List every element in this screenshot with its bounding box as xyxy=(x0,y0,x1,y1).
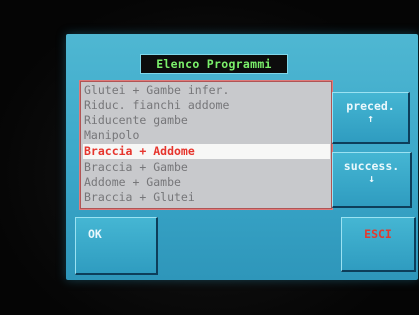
exit-button-label: ESCI xyxy=(364,227,392,241)
previous-button-label: preced. xyxy=(346,99,395,113)
list-item[interactable]: Riduc. fianchi addome xyxy=(83,98,330,113)
ok-button-label: OK xyxy=(88,227,102,241)
list-item-selected[interactable]: Braccia + Addome xyxy=(83,144,330,159)
list-item[interactable]: Riducente gambe xyxy=(83,113,330,128)
list-item[interactable]: Braccia + Gambe xyxy=(83,160,330,175)
list-item[interactable]: Braccia + Glutei xyxy=(83,190,330,205)
next-button[interactable]: success. ↓ xyxy=(332,152,412,208)
list-item[interactable]: Manipolo xyxy=(83,128,330,143)
arrow-down-icon: ↓ xyxy=(368,172,375,185)
list-item[interactable]: Addome + Gambe xyxy=(83,175,330,190)
lcd-screen: Elenco Programmi Glutei + Gambe infer. R… xyxy=(66,34,418,280)
page-title: Elenco Programmi xyxy=(156,57,272,71)
program-list[interactable]: Glutei + Gambe infer. Riduc. fianchi add… xyxy=(79,80,333,210)
previous-button[interactable]: preced. ↑ xyxy=(332,92,410,144)
ok-button[interactable]: OK xyxy=(75,217,158,275)
next-button-label: success. xyxy=(343,159,400,173)
list-item[interactable]: Glutei + Gambe infer. xyxy=(83,83,330,98)
title-bar: Elenco Programmi xyxy=(140,54,288,74)
arrow-up-icon: ↑ xyxy=(367,112,374,125)
exit-button[interactable]: ESCI xyxy=(341,217,416,272)
